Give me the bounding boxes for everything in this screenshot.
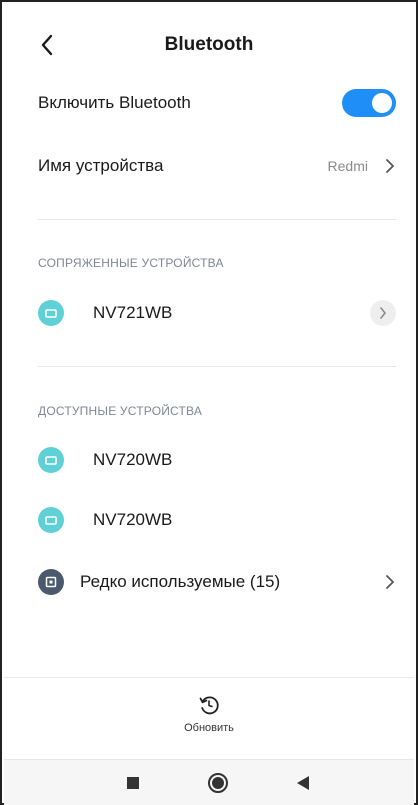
divider: [38, 366, 396, 367]
home-button[interactable]: [207, 772, 229, 794]
refresh-button[interactable]: Обновить: [2, 694, 416, 734]
rarely-used-label: Редко используемые (15): [80, 572, 281, 591]
device-icon: [38, 300, 64, 326]
circle-icon: [208, 773, 228, 793]
chevron-right-icon: [380, 307, 386, 319]
header: Bluetooth: [2, 22, 416, 66]
paired-section-title: СОПРЯЖЕННЫЕ УСТРОЙСТВА: [38, 256, 224, 270]
device-name-label: Имя устройства: [38, 156, 164, 175]
rarely-used-icon: [38, 569, 64, 595]
square-icon: [127, 777, 139, 789]
divider: [4, 677, 414, 678]
bluetooth-toggle-label: Включить Bluetooth: [38, 93, 191, 112]
available-device-name: NV720WB: [93, 510, 173, 529]
rarely-used-row[interactable]: Редко используемые (15): [2, 567, 416, 597]
divider: [38, 219, 396, 220]
page-title: Bluetooth: [164, 34, 254, 55]
paired-device-name: NV721WB: [93, 303, 173, 322]
refresh-icon: [199, 696, 219, 715]
screen: Bluetooth Включить Bluetooth Имя устройс…: [0, 0, 418, 805]
bluetooth-toggle-row[interactable]: Включить Bluetooth: [2, 88, 416, 118]
bluetooth-toggle[interactable]: [342, 89, 396, 117]
chevron-right-icon: [384, 575, 396, 589]
available-device-row[interactable]: NV720WB: [2, 445, 416, 475]
chevron-right-icon: [384, 159, 396, 173]
navigation-bar: [4, 760, 414, 805]
device-icon: [38, 447, 64, 473]
device-details-button[interactable]: [370, 300, 396, 326]
recents-button[interactable]: [122, 772, 144, 794]
device-name-value: Redmi: [327, 158, 368, 174]
paired-device-row[interactable]: NV721WB: [2, 298, 416, 328]
available-section-title: ДОСТУПНЫЕ УСТРОЙСТВА: [38, 404, 203, 418]
triangle-back-icon: [297, 776, 309, 790]
toggle-knob: [372, 93, 392, 113]
device-icon: [38, 507, 64, 533]
device-name-row[interactable]: Имя устройства Redmi: [2, 151, 416, 181]
available-device-row[interactable]: NV720WB: [2, 505, 416, 535]
nav-back-button[interactable]: [292, 772, 314, 794]
refresh-label: Обновить: [184, 722, 234, 734]
available-device-name: NV720WB: [93, 450, 173, 469]
